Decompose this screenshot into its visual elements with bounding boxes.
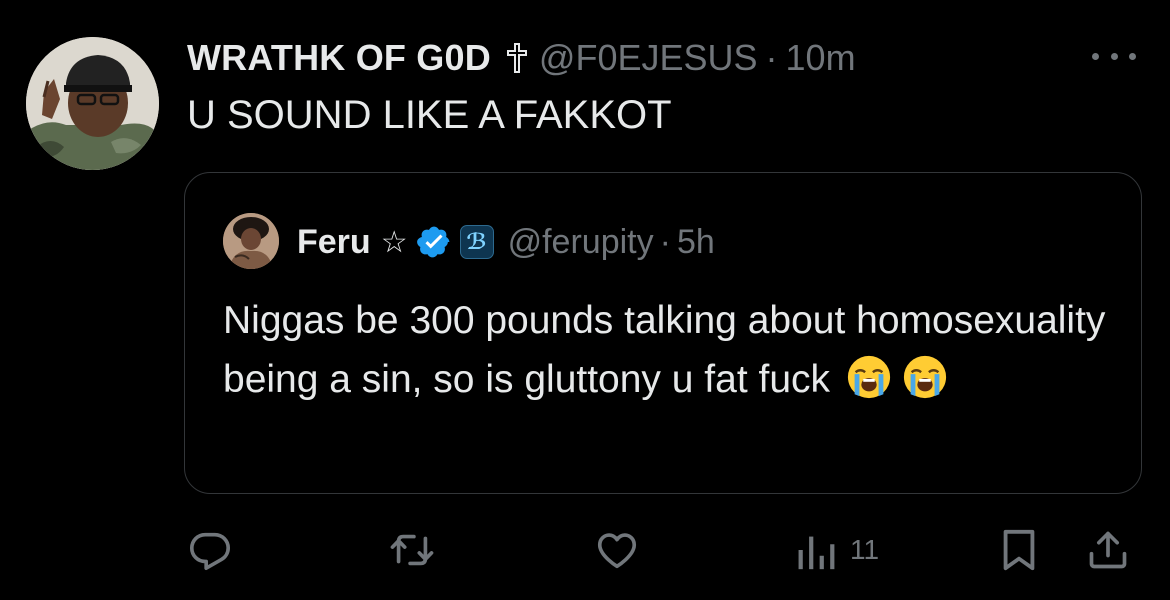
- quoted-author-handle[interactable]: @ferupity: [508, 223, 654, 262]
- views-count: 11: [850, 534, 880, 565]
- like-icon: [597, 533, 637, 569]
- retweet-icon: [390, 534, 434, 566]
- quoted-author-avatar[interactable]: [223, 213, 279, 269]
- loudly-crying-face-icon: [903, 355, 947, 399]
- author-avatar[interactable]: [26, 37, 159, 170]
- quoted-author-display-name[interactable]: Feru: [297, 223, 371, 262]
- reply-button[interactable]: [187, 522, 233, 578]
- views-button[interactable]: 11: [796, 522, 879, 578]
- bookmark-icon: [1003, 529, 1035, 571]
- tweet-header: WRATHK OF G0D @F0EJESUS · 10m: [187, 34, 856, 82]
- views-icon: [798, 536, 835, 570]
- more-options-icon[interactable]: [1092, 44, 1136, 68]
- author-handle[interactable]: @F0EJESUS: [539, 37, 758, 79]
- quoted-tweet-body: Niggas be 300 pounds talking about homos…: [223, 291, 1113, 409]
- bookmark-button[interactable]: [999, 522, 1039, 578]
- quoted-tweet-timestamp[interactable]: 5h: [677, 223, 715, 262]
- share-icon: [1089, 531, 1127, 569]
- quoted-header-separator: ·: [659, 222, 671, 261]
- star-icon: ☆: [380, 225, 408, 259]
- share-button[interactable]: [1086, 522, 1130, 578]
- reply-icon: [189, 532, 231, 571]
- tweet-timestamp[interactable]: 10m: [786, 37, 856, 79]
- affiliation-badge-icon[interactable]: ℬ: [459, 225, 494, 259]
- tweet-text: U SOUND LIKE A FAKKOT: [187, 93, 672, 137]
- verified-badge-icon: [416, 224, 452, 260]
- latin-cross-icon: [505, 42, 529, 74]
- quoted-tweet-text: Niggas be 300 pounds talking about homos…: [223, 299, 1106, 401]
- author-display-name[interactable]: WRATHK OF G0D: [187, 37, 491, 79]
- quoted-tweet-header: Feru ☆ ℬ @ferupity · 5h: [297, 219, 715, 265]
- quoted-tweet[interactable]: Feru ☆ ℬ @ferupity · 5h Niggas be 300 po…: [184, 172, 1142, 494]
- loudly-crying-face-icon: [847, 355, 891, 399]
- retweet-button[interactable]: [388, 522, 436, 578]
- like-button[interactable]: [594, 522, 640, 578]
- tweet[interactable]: WRATHK OF G0D @F0EJESUS · 10m U SOUND LI…: [0, 0, 1170, 600]
- tweet-actions-bar: 11: [0, 522, 1170, 578]
- header-separator: ·: [765, 37, 778, 78]
